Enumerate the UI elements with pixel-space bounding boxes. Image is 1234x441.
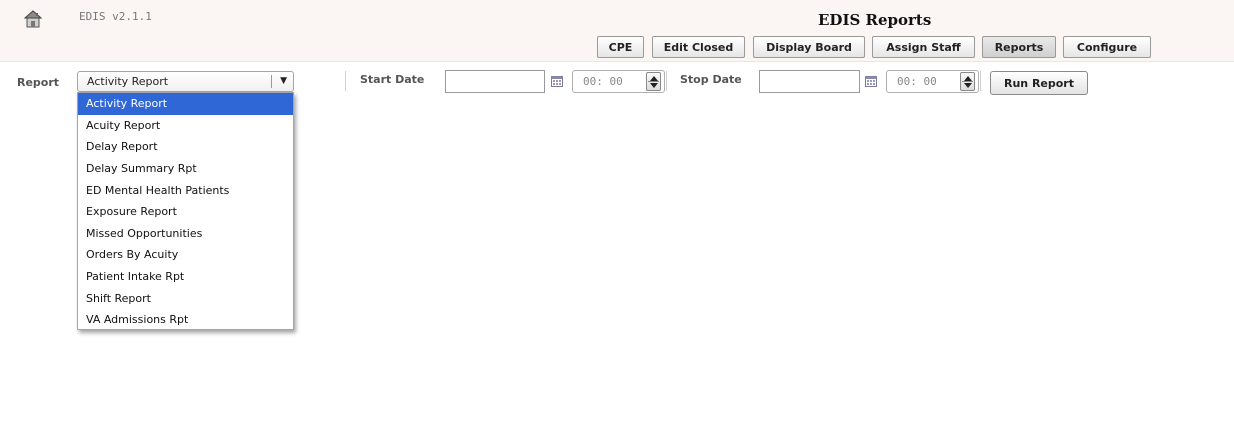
arrow-down-icon[interactable]: [964, 83, 972, 88]
stop-date-input[interactable]: [759, 70, 860, 93]
home-icon[interactable]: [24, 10, 42, 28]
spinner-divider: [648, 81, 659, 82]
dropdown-option[interactable]: Shift Report: [78, 287, 293, 309]
nav-cpe-button[interactable]: CPE: [597, 36, 644, 58]
start-time-spinner[interactable]: [646, 72, 661, 91]
dropdown-option[interactable]: Acuity Report: [78, 115, 293, 137]
start-date-label: Start Date: [360, 73, 425, 86]
dropdown-option[interactable]: Activity Report: [78, 93, 293, 115]
start-date-input[interactable]: [445, 70, 545, 93]
divider: [666, 71, 667, 91]
divider: [980, 71, 981, 91]
app-version: EDIS v2.1.1: [79, 10, 152, 23]
start-time-input[interactable]: 00: 00: [572, 70, 665, 93]
stop-time-spinner[interactable]: [960, 72, 975, 91]
dropdown-option[interactable]: Exposure Report: [78, 201, 293, 223]
start-time-value: 00: 00: [583, 75, 623, 88]
dropdown-option[interactable]: Orders By Acuity: [78, 244, 293, 266]
nav-edit-closed-button[interactable]: Edit Closed: [652, 36, 745, 58]
page-title: EDIS Reports: [818, 11, 932, 29]
dropdown-option[interactable]: ED Mental Health Patients: [78, 179, 293, 201]
nav-assign-staff-button[interactable]: Assign Staff: [872, 36, 975, 58]
calendar-icon[interactable]: [865, 76, 877, 87]
report-label: Report: [17, 76, 60, 89]
dropdown-option[interactable]: Missed Opportunities: [78, 223, 293, 245]
stop-time-input[interactable]: 00: 00: [886, 70, 979, 93]
dropdown-option[interactable]: Delay Summary Rpt: [78, 158, 293, 180]
header-bar: EDIS v2.1.1 EDIS Reports CPE Edit Closed…: [0, 0, 1234, 62]
nav-reports-button[interactable]: Reports: [982, 36, 1056, 58]
arrow-down-icon[interactable]: [650, 83, 658, 88]
nav-display-board-button[interactable]: Display Board: [753, 36, 865, 58]
dropdown-option[interactable]: Patient Intake Rpt: [78, 266, 293, 288]
chevron-down-icon[interactable]: ▼: [280, 76, 287, 86]
dropdown-option[interactable]: VA Admissions Rpt: [78, 309, 293, 331]
dropdown-option[interactable]: Delay Report: [78, 136, 293, 158]
spinner-divider: [962, 81, 973, 82]
select-divider: [271, 75, 272, 88]
report-select[interactable]: Activity Report ▼: [77, 71, 294, 92]
report-dropdown-list: Activity Report Acuity Report Delay Repo…: [77, 92, 294, 330]
divider: [345, 71, 346, 91]
run-report-button[interactable]: Run Report: [990, 71, 1088, 95]
nav-configure-button[interactable]: Configure: [1063, 36, 1151, 58]
stop-time-value: 00: 00: [897, 75, 937, 88]
calendar-icon[interactable]: [551, 76, 563, 87]
report-select-value: Activity Report: [87, 75, 169, 88]
stop-date-label: Stop Date: [680, 73, 742, 86]
